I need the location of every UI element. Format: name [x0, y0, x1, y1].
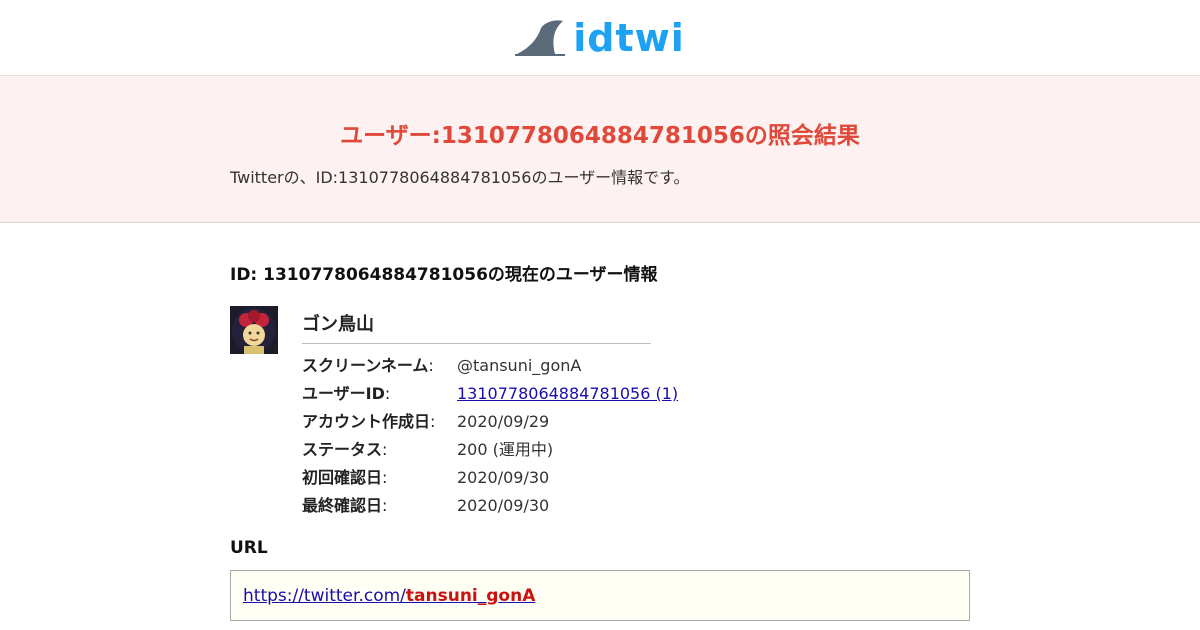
site-logo[interactable]: idtwi [515, 16, 685, 60]
info-label: アカウント作成日: [302, 412, 436, 431]
url-section-title: URL [230, 538, 268, 558]
info-label: 初回確認日: [302, 468, 388, 487]
info-label: スクリーンネーム: [302, 356, 434, 375]
logo-text: idtwi [573, 15, 685, 60]
avatar[interactable] [230, 306, 278, 354]
section-title: ID: 1310778064884781056の現在のユーザー情報 [230, 265, 658, 285]
result-banner: ユーザー:1310778064884781056の照会結果 Twitterの、I… [0, 76, 1200, 223]
twitter-profile-link[interactable]: https://twitter.com/tansuni_gonA [243, 586, 535, 606]
info-label: 最終確認日: [302, 496, 388, 515]
last-seen-value: 2020/09/30 [457, 496, 550, 515]
first-seen-value: 2020/09/30 [457, 468, 550, 487]
created-date-value: 2020/09/29 [457, 412, 550, 431]
info-label: ステータス: [302, 440, 388, 459]
page-description: Twitterの、ID:1310778064884781056のユーザー情報です… [230, 168, 690, 187]
main-content: ID: 1310778064884781056の現在のユーザー情報 ゴン鳥山 ス… [0, 223, 1200, 629]
url-box: https://twitter.com/tansuni_gonA [230, 570, 970, 621]
info-label: ユーザーID: [302, 384, 391, 403]
shark-fin-icon [515, 19, 566, 56]
divider [302, 343, 651, 344]
user-id-link[interactable]: 1310778064884781056 (1) [457, 384, 678, 403]
user-display-name: ゴン鳥山 [302, 314, 374, 335]
site-header: idtwi [0, 0, 1200, 76]
status-value: 200 (運用中) [457, 440, 554, 459]
page-title: ユーザー:1310778064884781056の照会結果 [340, 123, 860, 149]
screen-name-value: @tansuni_gonA [457, 356, 582, 375]
